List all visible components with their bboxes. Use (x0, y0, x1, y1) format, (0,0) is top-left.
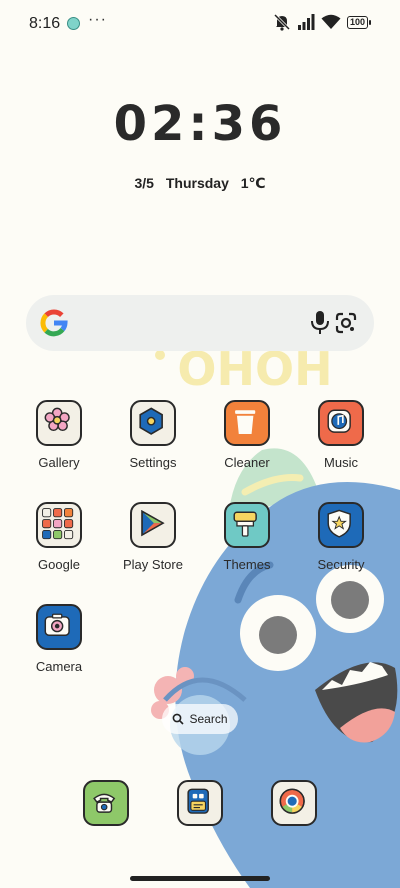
weekday: Thursday (165, 175, 229, 191)
clock-time[interactable]: 02:36 (0, 96, 400, 152)
app-label: Cleaner (224, 455, 270, 470)
date: 3/5 (134, 175, 154, 191)
messages-icon (187, 788, 209, 814)
google-search-bar[interactable] (26, 295, 374, 351)
app-label: Play Store (123, 557, 183, 572)
search-icon (173, 713, 185, 725)
app-play-store[interactable]: Play Store (113, 502, 193, 572)
music-note-icon (318, 400, 364, 446)
status-bar: 8:16 ··· 100 (0, 0, 400, 50)
app-cleaner[interactable]: Cleaner (207, 400, 287, 470)
app-google[interactable]: Google (19, 502, 99, 572)
app-label: Music (324, 455, 358, 470)
app-themes[interactable]: Themes (207, 502, 287, 572)
chrome-icon (279, 788, 305, 814)
app-label: Google (38, 557, 80, 572)
temperature: 1℃ (240, 175, 266, 191)
app-gallery[interactable]: Gallery (19, 400, 99, 470)
status-icons: 100 (273, 13, 371, 31)
dock-phone[interactable] (83, 780, 129, 826)
date-weather[interactable]: 3/5 Thursday 1℃ (0, 175, 400, 192)
app-music[interactable]: Music (301, 400, 381, 470)
app-label: Security (317, 557, 365, 572)
telephone-icon (93, 793, 116, 813)
search-pill[interactable]: Search (162, 704, 238, 734)
flower-icon (36, 400, 82, 446)
app-security[interactable]: Security (301, 502, 381, 572)
search-label: Search (189, 712, 228, 726)
dock-chrome[interactable] (271, 780, 317, 826)
status-time: 8:16 (29, 15, 61, 32)
dock-messages[interactable] (177, 780, 223, 826)
app-settings[interactable]: Settings (113, 400, 193, 470)
mute-icon (273, 13, 291, 31)
wifi-icon (321, 14, 341, 29)
paint-roller-icon (224, 502, 270, 548)
play-triangle-icon (130, 502, 176, 548)
app-camera[interactable]: Camera (19, 604, 99, 674)
trash-can-icon (224, 400, 270, 446)
google-logo-icon (40, 309, 68, 337)
battery-icon: 100 (347, 15, 371, 29)
app-label: Gallery (38, 455, 80, 470)
app-label: Camera (35, 659, 83, 674)
hexagon-nut-icon (130, 400, 176, 446)
google-lens-icon[interactable] (334, 311, 358, 335)
shield-icon (318, 502, 364, 548)
overflow-dots: ··· (88, 11, 107, 28)
gesture-nav-handle[interactable] (130, 876, 270, 881)
signal-icon (298, 14, 315, 30)
app-folder-icon (36, 502, 82, 548)
microphone-icon[interactable] (309, 310, 331, 336)
camera-icon (36, 604, 82, 650)
app-label: Settings (129, 455, 177, 470)
app-notification-icon (67, 17, 80, 30)
app-label: Themes (223, 557, 271, 572)
